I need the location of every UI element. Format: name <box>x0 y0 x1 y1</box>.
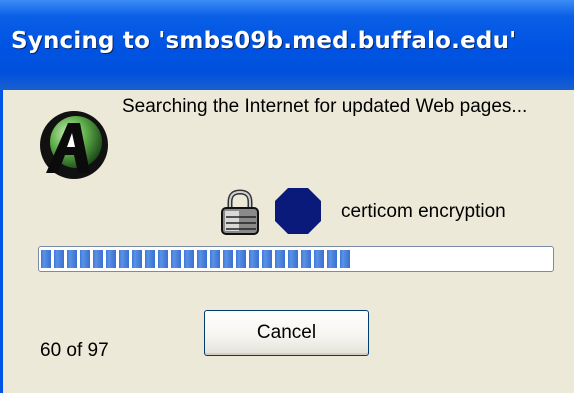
encryption-label: certicom encryption <box>341 201 506 222</box>
window-title: Syncing to 'smbs09b.med.buffalo.edu' <box>11 28 517 54</box>
title-bar[interactable]: Syncing to 'smbs09b.med.buffalo.edu' <box>0 0 574 90</box>
certicom-logo-icon <box>275 188 321 234</box>
sync-dialog: Syncing to 'smbs09b.med.buffalo.edu' Sea… <box>0 0 574 393</box>
app-globe-icon <box>40 111 108 179</box>
progress-counter: 60 of 97 <box>40 340 109 361</box>
padlock-icon <box>221 189 259 235</box>
progress-fill <box>41 250 350 268</box>
cancel-button[interactable]: Cancel <box>204 310 369 356</box>
status-message: Searching the Internet for updated Web p… <box>122 96 528 117</box>
window-frame-left <box>0 90 3 393</box>
sync-progress-bar <box>38 246 554 272</box>
